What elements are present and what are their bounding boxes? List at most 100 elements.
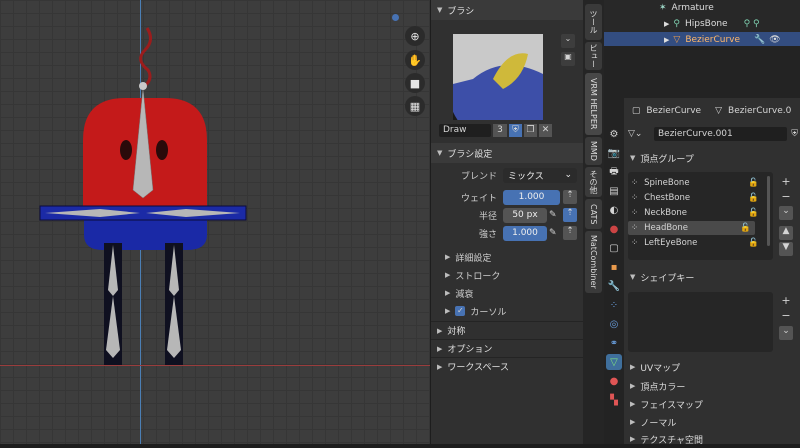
tab-view[interactable]: ビュー <box>585 42 602 70</box>
collection-tab-icon[interactable]: ▢ <box>606 240 622 256</box>
shape-keys-panel[interactable]: ▼ シェイプキー <box>624 268 800 286</box>
tool-tab-icon[interactable]: ⚙ <box>606 126 622 142</box>
brush-panel: ▼ ブラシ ⌄ ▣ Draw 3 ⛨ ❐ ✕ ▼ ブラシ設定 ブレンド ミックス ⌄ ウ… <box>431 0 583 444</box>
falloff-subpanel[interactable]: ▶ 減衰 <box>431 284 583 302</box>
output-tab-icon[interactable]: 🖶 <box>606 164 622 180</box>
move-up-button[interactable]: ▲ <box>779 226 793 240</box>
vertex-groups-panel[interactable]: ▼ 頂点グループ <box>624 149 800 167</box>
outliner-row-hipsbone[interactable]: ▶ ⚲ HipsBone ⚲ ⚲ <box>604 16 800 32</box>
material-tab-icon[interactable]: ● <box>606 373 622 389</box>
vertex-group-label: NeckBone <box>644 208 687 218</box>
symmetry-panel[interactable]: ▶ 対称 <box>431 321 583 339</box>
particles-tab-icon[interactable]: ⁘ <box>606 297 622 313</box>
vertex-group-scrollbar[interactable] <box>767 176 770 246</box>
remove-vertex-group-button[interactable]: − <box>779 190 793 204</box>
weight-field[interactable]: 1.000 <box>503 189 560 205</box>
brush-image-button[interactable]: ▣ <box>561 52 575 66</box>
hipsbone-label: HipsBone <box>684 19 728 29</box>
workspace-panel[interactable]: ▶ ワークスペース <box>431 357 583 375</box>
remove-shape-key-button[interactable]: − <box>779 309 793 323</box>
unlink-icon[interactable]: ✕ <box>539 123 552 137</box>
tab-matcombiner[interactable]: MatCombiner <box>585 231 602 293</box>
scene-tab-icon[interactable]: ◐ <box>606 202 622 218</box>
cursor-label: カーソル <box>470 307 507 318</box>
vertex-group-label: HeadBone <box>644 223 688 233</box>
visibility-eye-icon[interactable]: 👁 <box>769 35 780 45</box>
brush-header[interactable]: ▼ ブラシ <box>431 0 583 20</box>
normals-panel[interactable]: ▶ ノーマル <box>624 413 800 431</box>
vertex-group-item[interactable]: ⁘ NeckBone 🔓 <box>628 206 773 220</box>
brush-settings-header[interactable]: ▼ ブラシ設定 <box>431 143 583 163</box>
shape-key-menu-button[interactable]: ⌄ <box>779 326 793 340</box>
world-tab-icon[interactable]: ● <box>606 221 622 237</box>
weight-pressure-icon[interactable]: ⇡ <box>563 190 577 204</box>
brush-users-count: 3 <box>493 123 507 137</box>
uv-maps-panel[interactable]: ▶ UVマップ <box>624 358 800 376</box>
duplicate-icon[interactable]: ❐ <box>524 123 537 137</box>
vertex-group-menu-button[interactable]: ⌄ <box>779 206 793 220</box>
radius-field[interactable]: 50 px <box>503 207 547 223</box>
brush-dropdown-arrow[interactable]: ⌄ <box>561 34 575 48</box>
add-vertex-group-button[interactable]: + <box>779 175 793 189</box>
vertex-colors-panel[interactable]: ▶ 頂点カラー <box>624 377 800 395</box>
view-layer-tab-icon[interactable]: ▤ <box>606 183 622 199</box>
beziercurve-label: BezierCurve <box>685 35 741 45</box>
data-name-field[interactable]: BezierCurve.001 <box>654 127 788 141</box>
object-tab-icon[interactable]: ▪ <box>606 259 622 275</box>
vertex-group-item-active[interactable]: ⁘ HeadBone 🔓 <box>628 221 755 235</box>
brush-name-field[interactable]: Draw <box>439 123 491 137</box>
shape-keys-label: シェイプキー <box>640 273 695 284</box>
constraints-tab-icon[interactable]: ⚭ <box>606 335 622 351</box>
texture-space-panel[interactable]: ▶ テクスチャ空間 <box>624 430 800 448</box>
strength-pen-icon[interactable]: ✎ <box>549 228 561 238</box>
weight-label: ウェイト <box>460 193 497 204</box>
options-label: オプション <box>447 345 493 355</box>
modifier-tab-icon[interactable]: 🔧 <box>606 278 622 294</box>
outliner: ✶ Armature ▶ ⚲ HipsBone ⚲ ⚲ ▶ ▽ BezierCurve 🔧 👁 <box>604 0 800 48</box>
texture-tab-icon[interactable]: ▚ <box>606 392 622 408</box>
tab-tool[interactable]: ツール <box>585 4 602 40</box>
cursor-checkbox[interactable]: ✓ <box>455 306 466 316</box>
vertex-group-label: SpineBone <box>644 178 690 188</box>
modifier-wrench-icon: 🔧 <box>754 35 766 45</box>
character-model <box>39 27 247 365</box>
tab-cats[interactable]: CATS <box>585 199 602 229</box>
stroke-subpanel[interactable]: ▶ ストローク <box>431 266 583 284</box>
face-maps-panel[interactable]: ▶ フェイスマップ <box>624 395 800 413</box>
stroke-label: ストローク <box>455 271 501 282</box>
uv-maps-label: UVマップ <box>640 363 681 374</box>
vertex-group-label: LeftEyeBone <box>644 238 698 248</box>
symmetry-label: 対称 <box>447 327 466 337</box>
data-tab-icon[interactable]: ▽ <box>606 354 622 370</box>
move-down-button[interactable]: ▼ <box>779 242 793 256</box>
strength-field[interactable]: 1.000 <box>503 225 547 241</box>
sidebar-tab-strip: ツール ビュー VRM HELPER MMD その他 CATS MatCombi… <box>583 0 604 444</box>
data-browse-icon[interactable]: ▽⌄ <box>628 129 650 139</box>
brush-texture-image <box>453 34 543 120</box>
tab-other[interactable]: その他 <box>585 167 602 197</box>
vertex-group-item[interactable]: ⁘ LeftEyeBone 🔓 <box>628 236 773 250</box>
options-panel[interactable]: ▶ オプション <box>431 339 583 357</box>
advanced-subpanel[interactable]: ▶ 詳細設定 <box>431 248 583 266</box>
add-shape-key-button[interactable]: + <box>779 294 793 308</box>
physics-tab-icon[interactable]: ◎ <box>606 316 622 332</box>
data-fake-user-icon[interactable]: ⛨ <box>791 129 798 139</box>
vertex-group-item[interactable]: ⁘ ChestBone 🔓 <box>628 191 773 205</box>
radius-pressure-icon[interactable]: ⇡ <box>563 208 577 222</box>
tab-vrm-helper[interactable]: VRM HELPER <box>585 73 602 135</box>
3d-viewport[interactable]: ⊕ ✋ ■ ▦ <box>0 0 430 444</box>
cursor-subpanel[interactable]: ▶ ✓ カーソル <box>431 302 583 320</box>
properties-tabs: ⚙ 📷 🖶 ▤ ◐ ● ▢ ▪ 🔧 ⁘ ◎ ⚭ ▽ ● ▚ <box>604 98 624 444</box>
outliner-row-armature[interactable]: ✶ Armature <box>604 0 800 16</box>
tab-mmd[interactable]: MMD <box>585 137 602 165</box>
brush-preview[interactable] <box>453 34 543 120</box>
curve-data-icon: ▽ <box>715 106 723 116</box>
blend-dropdown[interactable]: ミックス ⌄ <box>503 167 577 183</box>
strength-pressure-icon[interactable]: ⇡ <box>563 226 577 240</box>
curve-icon: ▽ <box>673 35 681 45</box>
radius-pen-icon[interactable]: ✎ <box>549 210 561 220</box>
fake-user-icon[interactable]: ⛨ <box>509 123 522 137</box>
render-tab-icon[interactable]: 📷 <box>606 145 622 161</box>
vertex-group-item[interactable]: ⁘ SpineBone 🔓 <box>628 176 773 190</box>
blend-value: ミックス <box>508 171 544 182</box>
